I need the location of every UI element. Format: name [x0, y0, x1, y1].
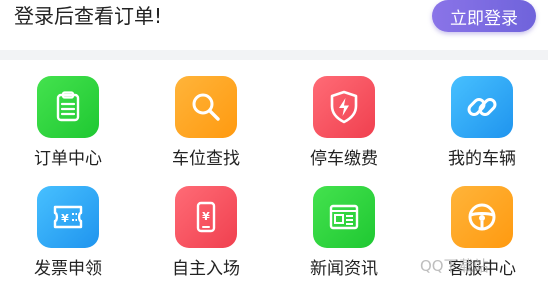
grid-item-label: 我的车辆 — [448, 149, 516, 169]
watermark: QQ下载站 — [420, 257, 489, 275]
grid-item-label: 订单中心 — [34, 149, 102, 169]
service-grid: 订单中心 车位查找 停车缴费 我的车辆 ¥ 发票申领 ¥ 自主入场 新闻资讯 客… — [0, 60, 548, 282]
customer-service-tile — [451, 186, 513, 248]
shield-bolt-icon — [330, 90, 358, 124]
grid-item-label: 发票申领 — [34, 259, 102, 279]
steering-wheel-icon — [468, 203, 496, 231]
invoice-icon: ¥ — [53, 205, 83, 229]
parking-payment-tile — [313, 76, 375, 138]
search-icon — [192, 93, 220, 121]
section-divider — [0, 50, 548, 60]
grid-item-invoice[interactable]: ¥ 发票申领 — [10, 170, 130, 280]
parking-search-tile — [175, 76, 237, 138]
grid-item-parking-search[interactable]: 车位查找 — [148, 60, 268, 170]
grid-item-label: 新闻资讯 — [310, 259, 378, 279]
news-icon — [329, 204, 359, 230]
grid-item-label: 停车缴费 — [310, 149, 378, 169]
svg-text:¥: ¥ — [61, 212, 69, 225]
grid-item-my-vehicles[interactable]: 我的车辆 — [424, 60, 544, 170]
phone-yen-icon: ¥ — [196, 201, 216, 233]
self-entry-tile: ¥ — [175, 186, 237, 248]
invoice-tile: ¥ — [37, 186, 99, 248]
news-tile — [313, 186, 375, 248]
grid-item-self-entry[interactable]: ¥ 自主入场 — [148, 170, 268, 280]
my-vehicles-tile — [451, 76, 513, 138]
grid-item-news[interactable]: 新闻资讯 — [286, 170, 406, 280]
login-button[interactable]: 立即登录 — [432, 0, 536, 32]
grid-item-parking-payment[interactable]: 停车缴费 — [286, 60, 406, 170]
grid-item-orders[interactable]: 订单中心 — [10, 60, 130, 170]
grid-item-label: 车位查找 — [172, 149, 240, 169]
svg-text:¥: ¥ — [202, 210, 210, 223]
login-prompt: 登录后查看订单! — [14, 4, 163, 28]
clipboard-icon — [56, 91, 80, 122]
link-icon — [467, 98, 497, 116]
header: 登录后查看订单! 立即登录 — [0, 0, 548, 50]
orders-tile — [37, 76, 99, 138]
grid-item-label: 自主入场 — [172, 259, 240, 279]
